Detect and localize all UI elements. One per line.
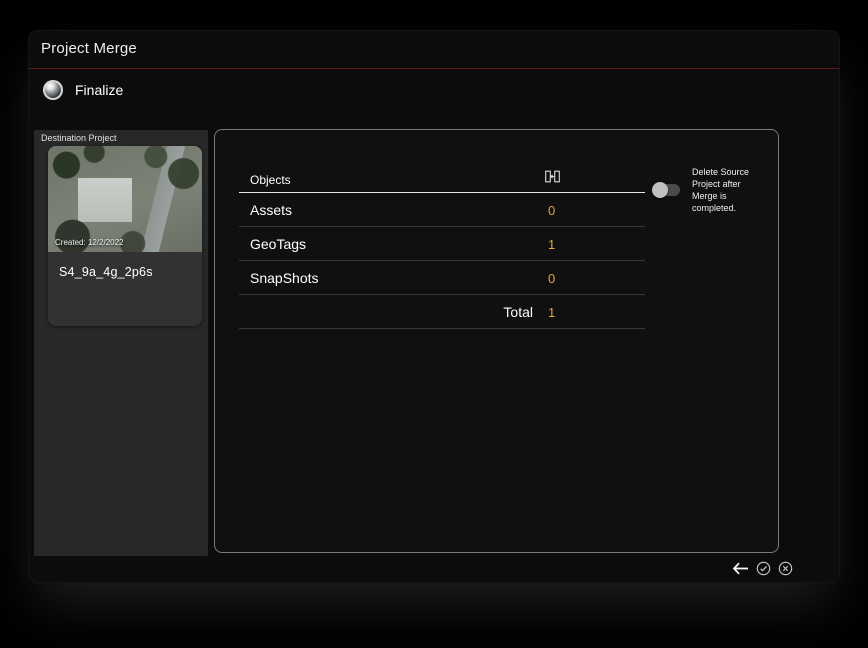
table-row: Assets 0 bbox=[239, 193, 645, 227]
object-count: 0 bbox=[548, 271, 556, 286]
delete-source-label: Delete Source Project after Merge is com… bbox=[692, 167, 750, 213]
merge-summary-panel: Objects Assets 0 GeoTags 1 SnapShots 0 T… bbox=[214, 129, 779, 553]
project-thumbnail: Created: 12/2/2022 bbox=[48, 146, 202, 252]
object-count: 1 bbox=[548, 237, 556, 252]
footer-actions bbox=[732, 561, 793, 579]
table-row: GeoTags 1 bbox=[239, 227, 645, 261]
total-label: Total bbox=[503, 304, 533, 320]
cancel-circle-icon bbox=[778, 561, 793, 579]
sphere-icon bbox=[43, 80, 63, 100]
delete-source-toggle[interactable] bbox=[652, 182, 680, 198]
total-value: 1 bbox=[548, 305, 556, 320]
toggle-knob bbox=[652, 182, 668, 198]
object-count: 0 bbox=[548, 203, 556, 218]
page-title: Project Merge bbox=[41, 40, 137, 57]
merge-columns-icon bbox=[545, 170, 560, 188]
back-button[interactable] bbox=[732, 562, 749, 578]
project-name: S4_9a_4g_2p6s bbox=[59, 265, 153, 279]
finalize-step[interactable]: Finalize bbox=[43, 77, 123, 103]
object-label: GeoTags bbox=[250, 236, 307, 252]
objects-header-label: Objects bbox=[250, 173, 291, 187]
back-arrow-icon bbox=[732, 562, 749, 578]
created-date-label: Created: 12/2/2022 bbox=[55, 238, 124, 247]
project-merge-dialog: Project Merge Finalize Destination Proje… bbox=[28, 30, 840, 583]
table-row: SnapShots 0 bbox=[239, 261, 645, 295]
finalize-step-label: Finalize bbox=[75, 82, 124, 98]
destination-panel-label: Destination Project bbox=[41, 133, 117, 143]
confirm-circle-icon bbox=[756, 561, 771, 579]
confirm-button[interactable] bbox=[756, 561, 771, 579]
destination-project-card[interactable]: Created: 12/2/2022 S4_9a_4g_2p6s bbox=[48, 146, 202, 326]
cancel-button[interactable] bbox=[778, 561, 793, 579]
objects-table: Objects Assets 0 GeoTags 1 SnapShots 0 T… bbox=[239, 130, 645, 329]
objects-table-header: Objects bbox=[239, 130, 645, 193]
title-divider bbox=[29, 68, 839, 69]
destination-panel: Destination Project Created: 12/2/2022 S… bbox=[34, 130, 208, 556]
object-label: Assets bbox=[250, 202, 293, 218]
object-label: SnapShots bbox=[250, 270, 319, 286]
total-row: Total 1 bbox=[239, 295, 645, 329]
